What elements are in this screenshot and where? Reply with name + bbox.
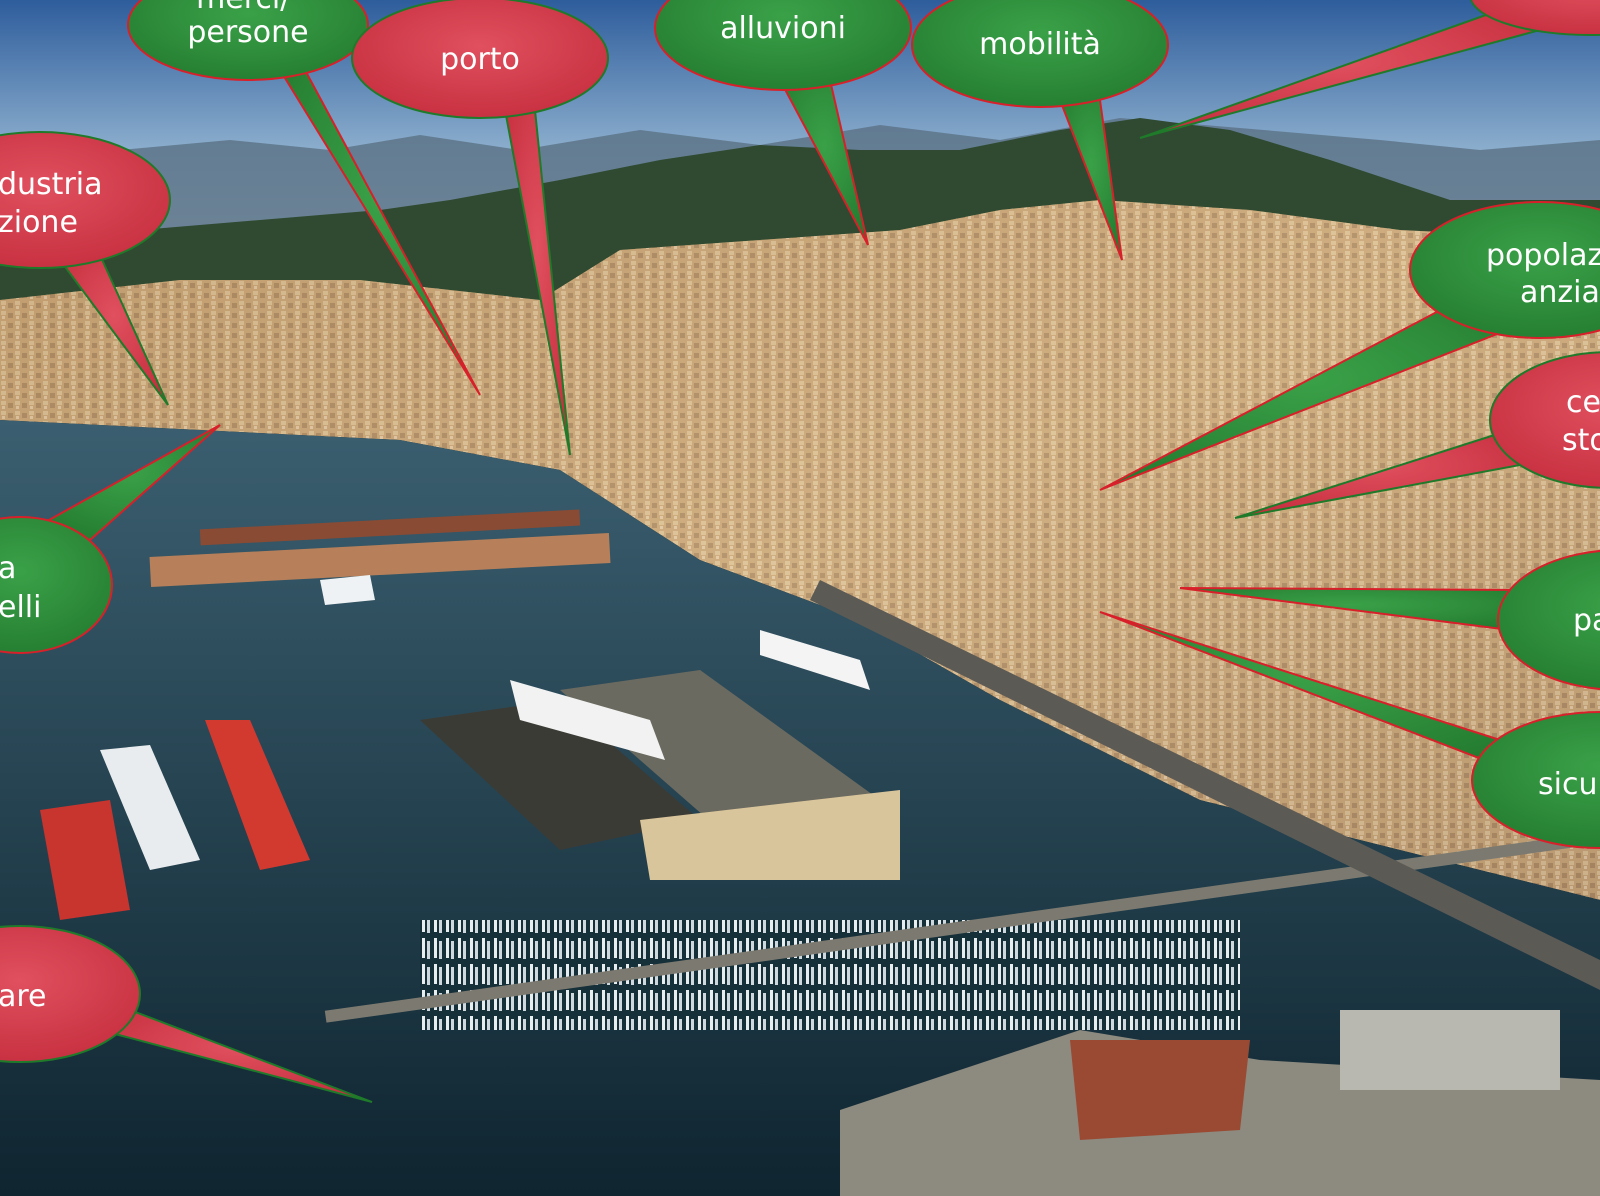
bubble-text-line: persone	[187, 15, 308, 50]
bubble-text-line: merci/	[196, 0, 291, 16]
bubble-label: pa	[1573, 603, 1600, 638]
bubble-label: alluvioni	[720, 11, 846, 46]
bubble-text-line: are	[0, 979, 47, 1014]
bubble-label: merci/ persone	[187, 0, 308, 50]
bubble-text-line: pa	[1573, 603, 1600, 638]
genoa-harbor-photo: merci/ persone porto alluvioni mobilità	[0, 0, 1600, 1196]
bubble-text-line: ce	[1566, 385, 1600, 420]
bubble-text-line: a	[0, 551, 16, 586]
bubble-text-line: anzia	[1520, 275, 1600, 310]
warehouse	[1340, 1010, 1560, 1090]
bubble-text-line: sto	[1562, 423, 1600, 458]
bubble-label: are	[0, 979, 47, 1014]
bubble-text-line: mobilità	[979, 27, 1101, 62]
shed-roof	[1070, 1040, 1250, 1140]
marina-boats	[420, 920, 1240, 1030]
bubble-text-line: popolaz	[1486, 238, 1600, 273]
bubble-label: sicu	[1538, 767, 1597, 802]
bubble-text-line: porto	[440, 42, 520, 77]
bubble-text-line: sicu	[1538, 767, 1597, 802]
bubble-label: porto	[440, 42, 520, 77]
bubble-text-line: dustria	[0, 167, 103, 202]
small-ship	[320, 575, 375, 605]
bubble-text-line: alluvioni	[720, 11, 846, 46]
bubble-label: mobilità	[979, 27, 1101, 62]
bubble-text-line: elli	[0, 590, 41, 625]
bubble-text-line: zione	[0, 205, 78, 240]
